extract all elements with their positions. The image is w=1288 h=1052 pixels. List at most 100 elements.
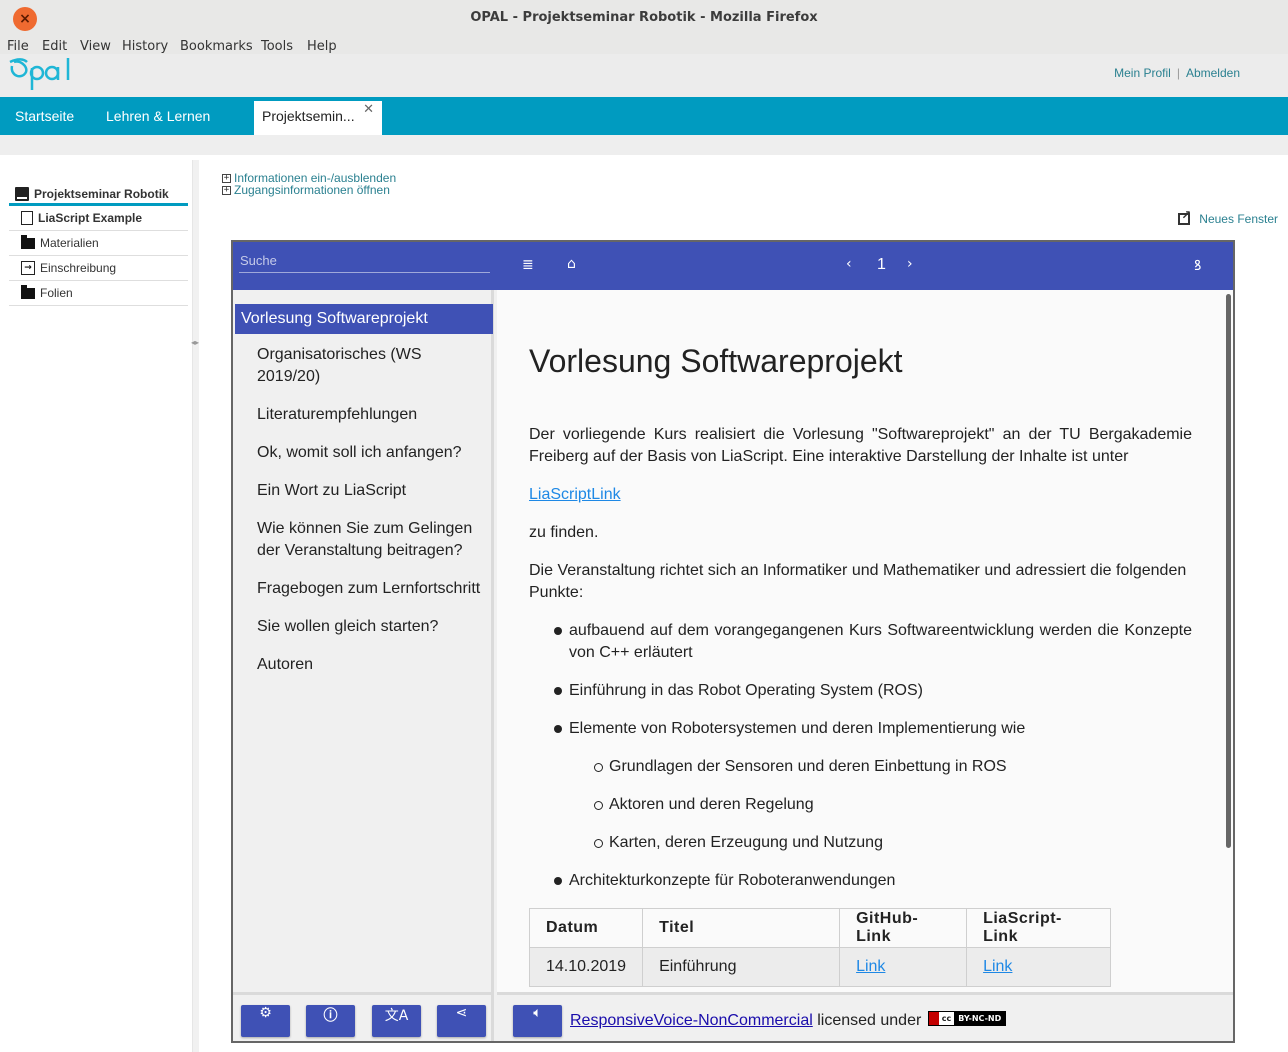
tree-item-label: Einschreibung <box>40 261 117 275</box>
audience-paragraph: Die Veranstaltung richtet sich an Inform… <box>529 562 1187 601</box>
liascript-frame: Suche ≣ ⌂ ‹ 1 › ꝸ Vorlesung Softwareproj… <box>231 240 1235 1043</box>
liascript-link[interactable]: LiaScriptLink <box>529 486 621 503</box>
gear-icon: ⚙ <box>259 1005 272 1021</box>
topic-list: aufbauend auf dem vorangegangenen Kurs S… <box>529 620 1192 892</box>
license-text: licensed under <box>817 1012 922 1029</box>
table-header-row: Datum Titel GitHub-Link LiaScript-Link <box>528 908 1112 948</box>
list-item: Einführung in das Robot Operating System… <box>529 680 1192 702</box>
access-info-link[interactable]: + Zugangsinformationen öffnen <box>222 184 396 196</box>
opal-logo[interactable] <box>8 54 82 98</box>
close-tab-icon[interactable]: ✕ <box>363 102 374 117</box>
header-separator: | <box>1176 66 1180 80</box>
table-header: Titel <box>642 908 841 948</box>
home-icon[interactable]: ⌂ <box>567 256 576 272</box>
settings-button[interactable]: ⚙ <box>241 1005 290 1037</box>
nav-lehren-lernen[interactable]: Lehren & Lernen <box>106 108 210 124</box>
menu-history[interactable]: History <box>122 39 168 54</box>
content-scrollbar[interactable] <box>1226 294 1231 848</box>
sub-list-item: Aktoren und deren Regelung <box>529 794 1192 816</box>
access-info-label: Zugangsinformationen öffnen <box>234 183 390 197</box>
toc-item[interactable]: Ok, womit soll ich anfangen? <box>257 442 487 464</box>
tree-item-label: LiaScript Example <box>38 211 143 225</box>
list-item: aufbauend auf dem vorangegangenen Kurs S… <box>529 620 1192 664</box>
tree-item-einschreibung[interactable]: → Einschreibung <box>9 256 188 281</box>
cc-badge-flag <box>928 1012 939 1026</box>
toc-toggle-icon[interactable]: ≣ <box>522 257 534 273</box>
info-icon: ⓘ <box>323 1008 338 1024</box>
menu-bookmarks[interactable]: Bookmarks <box>180 39 253 54</box>
lia-content-area: Vorlesung Softwareprojekt Der vorliegend… <box>497 290 1233 992</box>
header-links: Mein Profil | Abmelden <box>1114 66 1240 80</box>
toc-item[interactable]: Literaturempfehlungen <box>257 404 487 426</box>
translate-icon: 文A <box>384 1008 409 1024</box>
table-cell: 14.10.2019 <box>528 947 644 987</box>
cc-license-badge[interactable]: cc BY-NC-ND <box>927 1011 1007 1027</box>
page-icon <box>21 211 33 225</box>
responsivevoice-link[interactable]: ResponsiveVoice-NonCommercial <box>570 1012 813 1029</box>
menu-tools[interactable]: Tools <box>261 39 293 54</box>
liascript-row-link[interactable]: Link <box>983 958 1012 975</box>
translate-button[interactable]: 文A <box>372 1005 421 1037</box>
toc-item[interactable]: Sie wollen gleich starten? <box>257 616 487 638</box>
chevron-right-icon[interactable]: › <box>907 256 913 272</box>
lia-toolbar: Suche ≣ ⌂ ‹ 1 › ꝸ <box>233 242 1233 290</box>
sidebar-splitter[interactable]: ◂▸ <box>191 160 200 1052</box>
folder-icon <box>21 284 35 299</box>
hearing-icon[interactable]: ꝸ <box>1194 256 1201 275</box>
plus-box-icon: + <box>222 184 231 195</box>
tree-item-liascript-example[interactable]: LiaScript Example <box>9 206 188 231</box>
new-window-link[interactable]: Neues Fenster <box>1178 208 1278 226</box>
menu-file[interactable]: File <box>7 39 29 54</box>
menu-help[interactable]: Help <box>307 39 337 54</box>
toc-item[interactable]: Organisatorisches (WS 2019/20) <box>257 344 487 388</box>
info-links: + Informationen ein-/ausblenden + Zugang… <box>222 172 396 196</box>
splitter-handle-icon: ◂▸ <box>191 338 200 347</box>
menu-view[interactable]: View <box>80 39 111 54</box>
nav-tab-label: Projektsemin... <box>262 108 355 124</box>
table-cell: Einführung <box>642 947 841 987</box>
table-cell: Link <box>966 947 1112 987</box>
nav-startseite[interactable]: Startseite <box>15 108 74 124</box>
list-item: Elemente von Robotersystemen und deren I… <box>529 718 1192 740</box>
lia-toc-sidebar: Vorlesung Softwareprojekt Organisatorisc… <box>233 290 494 992</box>
tree-item-label: Materialien <box>40 236 99 250</box>
github-link[interactable]: Link <box>856 958 885 975</box>
share-button[interactable]: ⋖ <box>437 1005 486 1037</box>
lia-sidebar-footer: ⚙ ⓘ 文A ⋖ <box>233 992 494 1041</box>
external-link-icon <box>1178 208 1191 225</box>
window-title: OPAL - Projektseminar Robotik - Mozilla … <box>470 10 818 25</box>
toc-item[interactable]: Ein Wort zu LiaScript <box>257 480 487 502</box>
speaker-button[interactable]: 🔈︎ <box>513 1005 562 1037</box>
menubar: File Edit View History Bookmarks Tools H… <box>0 38 1288 54</box>
toc-item[interactable]: Fragebogen zum Lernfortschritt <box>257 578 487 600</box>
nav-tab-projektseminar[interactable]: Projektsemin... ✕ <box>254 101 382 135</box>
course-tree: Projektseminar Robotik LiaScript Example… <box>9 180 188 306</box>
info-button[interactable]: ⓘ <box>306 1005 355 1037</box>
book-icon <box>15 186 29 201</box>
share-icon: ⋖ <box>455 1005 468 1021</box>
toc-item[interactable]: Autoren <box>257 654 487 676</box>
cc-license-text: BY-NC-ND <box>954 1012 1006 1026</box>
course-tree-root[interactable]: Projektseminar Robotik <box>9 180 188 206</box>
table-header: LiaScript-Link <box>966 908 1112 948</box>
main-navbar: Startseite Lehren & Lernen Projektsemin.… <box>0 97 1288 135</box>
slide-title: Vorlesung Softwareprojekt <box>529 343 903 379</box>
abmelden-link[interactable]: Abmelden <box>1186 66 1240 80</box>
search-input[interactable]: Suche <box>239 253 490 273</box>
toc-item-active[interactable]: Vorlesung Softwareprojekt <box>235 304 493 334</box>
responsivevoice-notice: ResponsiveVoice-NonCommercial licensed u… <box>570 1011 1007 1030</box>
page-number: 1 <box>877 256 886 273</box>
intro-paragraph: Der vorliegende Kurs realisiert die Vorl… <box>529 426 1192 465</box>
tree-item-folien[interactable]: Folien <box>9 281 188 306</box>
tree-item-materialien[interactable]: Materialien <box>9 231 188 256</box>
chevron-left-icon[interactable]: ‹ <box>846 256 852 272</box>
sub-navbar <box>0 135 1288 155</box>
toc-item[interactable]: Wie können Sie zum Gelingen der Veransta… <box>257 518 487 562</box>
plus-box-icon: + <box>222 172 231 183</box>
table-header: GitHub-Link <box>839 908 968 948</box>
sub-list-item: Grundlagen der Sensoren und deren Einbet… <box>529 756 1192 778</box>
menu-edit[interactable]: Edit <box>42 39 67 54</box>
schedule-table: Datum Titel GitHub-Link LiaScript-Link 1… <box>528 908 1112 987</box>
mein-profil-link[interactable]: Mein Profil <box>1114 66 1171 80</box>
cc-logo-text: cc <box>941 1014 952 1024</box>
